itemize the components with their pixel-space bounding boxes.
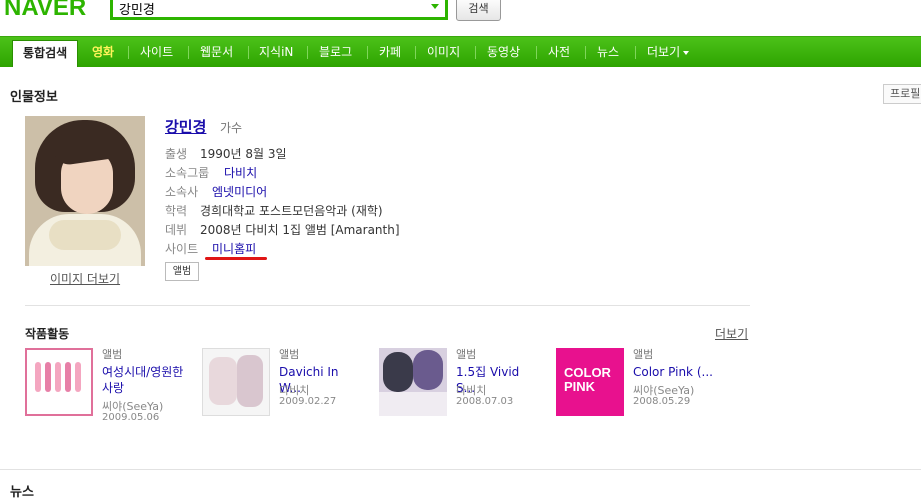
info-value-minihompy-link[interactable]: 미니홈피 bbox=[212, 240, 256, 257]
tab-web-docs[interactable]: 웹문서 bbox=[200, 37, 233, 67]
section-divider bbox=[25, 305, 750, 306]
tab-integrated-search[interactable]: 통합검색 bbox=[12, 40, 79, 67]
naver-logo[interactable]: NAVER bbox=[4, 0, 86, 22]
search-tabs: 통합검색 영화 사이트 웹문서 지식iN 블로그 카페 이미지 동영상 사전 뉴… bbox=[0, 36, 921, 67]
work-item[interactable]: COLOR PINK 앨범 Color Pink (... 씨야(SeeYa) … bbox=[556, 346, 716, 426]
tab-divider bbox=[585, 46, 586, 59]
cover-text: COLOR PINK bbox=[564, 365, 611, 394]
info-label-debut: 데뷔 bbox=[165, 223, 188, 237]
album-cover-1[interactable] bbox=[25, 348, 93, 416]
tab-divider bbox=[415, 46, 416, 59]
search-button[interactable]: 검색 bbox=[456, 0, 501, 21]
tab-divider bbox=[188, 46, 189, 59]
caret-down-icon bbox=[683, 50, 690, 55]
work-type: 앨범 bbox=[279, 348, 300, 361]
info-value-birth: 1990년 8월 3일 bbox=[200, 147, 287, 161]
work-type: 앨범 bbox=[456, 348, 477, 361]
work-item[interactable]: 앨범 1.5집 Vivid S... 다비치 2008.07.03 bbox=[379, 346, 539, 426]
tab-divider bbox=[475, 46, 476, 59]
tab-news[interactable]: 뉴스 bbox=[597, 37, 619, 67]
tab-knowledge-in[interactable]: 지식iN bbox=[259, 37, 293, 67]
info-value-debut[interactable]: 2008년 다비치 1집 앨범 [Amaranth] bbox=[200, 221, 400, 238]
person-job: 가수 bbox=[220, 121, 243, 135]
album-cover-3[interactable] bbox=[379, 348, 447, 416]
tab-divider bbox=[307, 46, 308, 59]
info-label-birth: 출생 bbox=[165, 147, 188, 161]
tab-more[interactable]: 더보기 bbox=[647, 37, 690, 67]
info-value-group-link[interactable]: 다비치 bbox=[224, 164, 257, 181]
tab-divider bbox=[635, 46, 636, 59]
info-label-education: 학력 bbox=[165, 204, 188, 218]
autocomplete-arrow-icon[interactable] bbox=[431, 4, 439, 9]
tab-divider bbox=[367, 46, 368, 59]
album-button[interactable]: 앨범 bbox=[165, 262, 199, 281]
tab-image[interactable]: 이미지 bbox=[427, 37, 460, 67]
profile-button[interactable]: 프로필 bbox=[883, 84, 921, 104]
tab-cafe[interactable]: 카페 bbox=[379, 37, 401, 67]
tab-blog[interactable]: 블로그 bbox=[319, 37, 352, 67]
work-title-link[interactable]: Color Pink (... bbox=[633, 364, 717, 380]
tab-dictionary[interactable]: 사전 bbox=[548, 37, 570, 67]
tab-site[interactable]: 사이트 bbox=[140, 37, 173, 67]
info-value-agency-link[interactable]: 엠넷미디어 bbox=[212, 183, 267, 200]
work-date: 2008.07.03 bbox=[456, 396, 514, 407]
work-type: 앨범 bbox=[633, 348, 654, 361]
album-cover-2[interactable] bbox=[202, 348, 270, 416]
work-date: 2009.02.27 bbox=[279, 396, 337, 407]
album-cover-4[interactable]: COLOR PINK bbox=[556, 348, 624, 416]
work-item[interactable]: 앨범 Davichi In W... 다비치 2009.02.27 bbox=[202, 346, 362, 426]
info-label-group: 소속그룹 bbox=[165, 166, 210, 180]
section-title-works: 작품활동 bbox=[25, 327, 70, 341]
work-date: 2008.05.29 bbox=[633, 396, 691, 407]
person-name-link[interactable]: 강민경 bbox=[165, 116, 206, 137]
tab-divider bbox=[536, 46, 537, 59]
tab-movie[interactable]: 영화 bbox=[92, 37, 114, 67]
work-date: 2009.05.06 bbox=[102, 412, 160, 423]
red-underline-annotation bbox=[205, 257, 267, 260]
tab-more-label: 더보기 bbox=[647, 45, 681, 59]
section-title-news: 뉴스 bbox=[10, 485, 34, 500]
info-label-site: 사이트 bbox=[165, 242, 199, 256]
search-input[interactable] bbox=[119, 0, 419, 18]
section-title-person: 인물정보 bbox=[10, 90, 58, 105]
tab-divider bbox=[128, 46, 129, 59]
work-title-link[interactable]: 여성시대/영원한 사랑 bbox=[102, 364, 186, 396]
work-type: 앨범 bbox=[102, 348, 123, 361]
person-photo[interactable] bbox=[25, 116, 145, 266]
search-box[interactable] bbox=[110, 0, 448, 20]
work-item[interactable]: 앨범 여성시대/영원한 사랑 씨야(SeeYa) 2009.05.06 bbox=[25, 346, 185, 426]
more-images-link[interactable]: 이미지 더보기 bbox=[50, 270, 120, 287]
info-value-education[interactable]: 경희대학교 포스트모던음악과 (재학) bbox=[200, 202, 383, 219]
works-more-link[interactable]: 더보기 bbox=[715, 325, 748, 342]
section-divider bbox=[0, 469, 921, 470]
tab-divider bbox=[248, 46, 249, 59]
info-label-agency: 소속사 bbox=[165, 185, 199, 199]
tab-video[interactable]: 동영상 bbox=[487, 37, 520, 67]
